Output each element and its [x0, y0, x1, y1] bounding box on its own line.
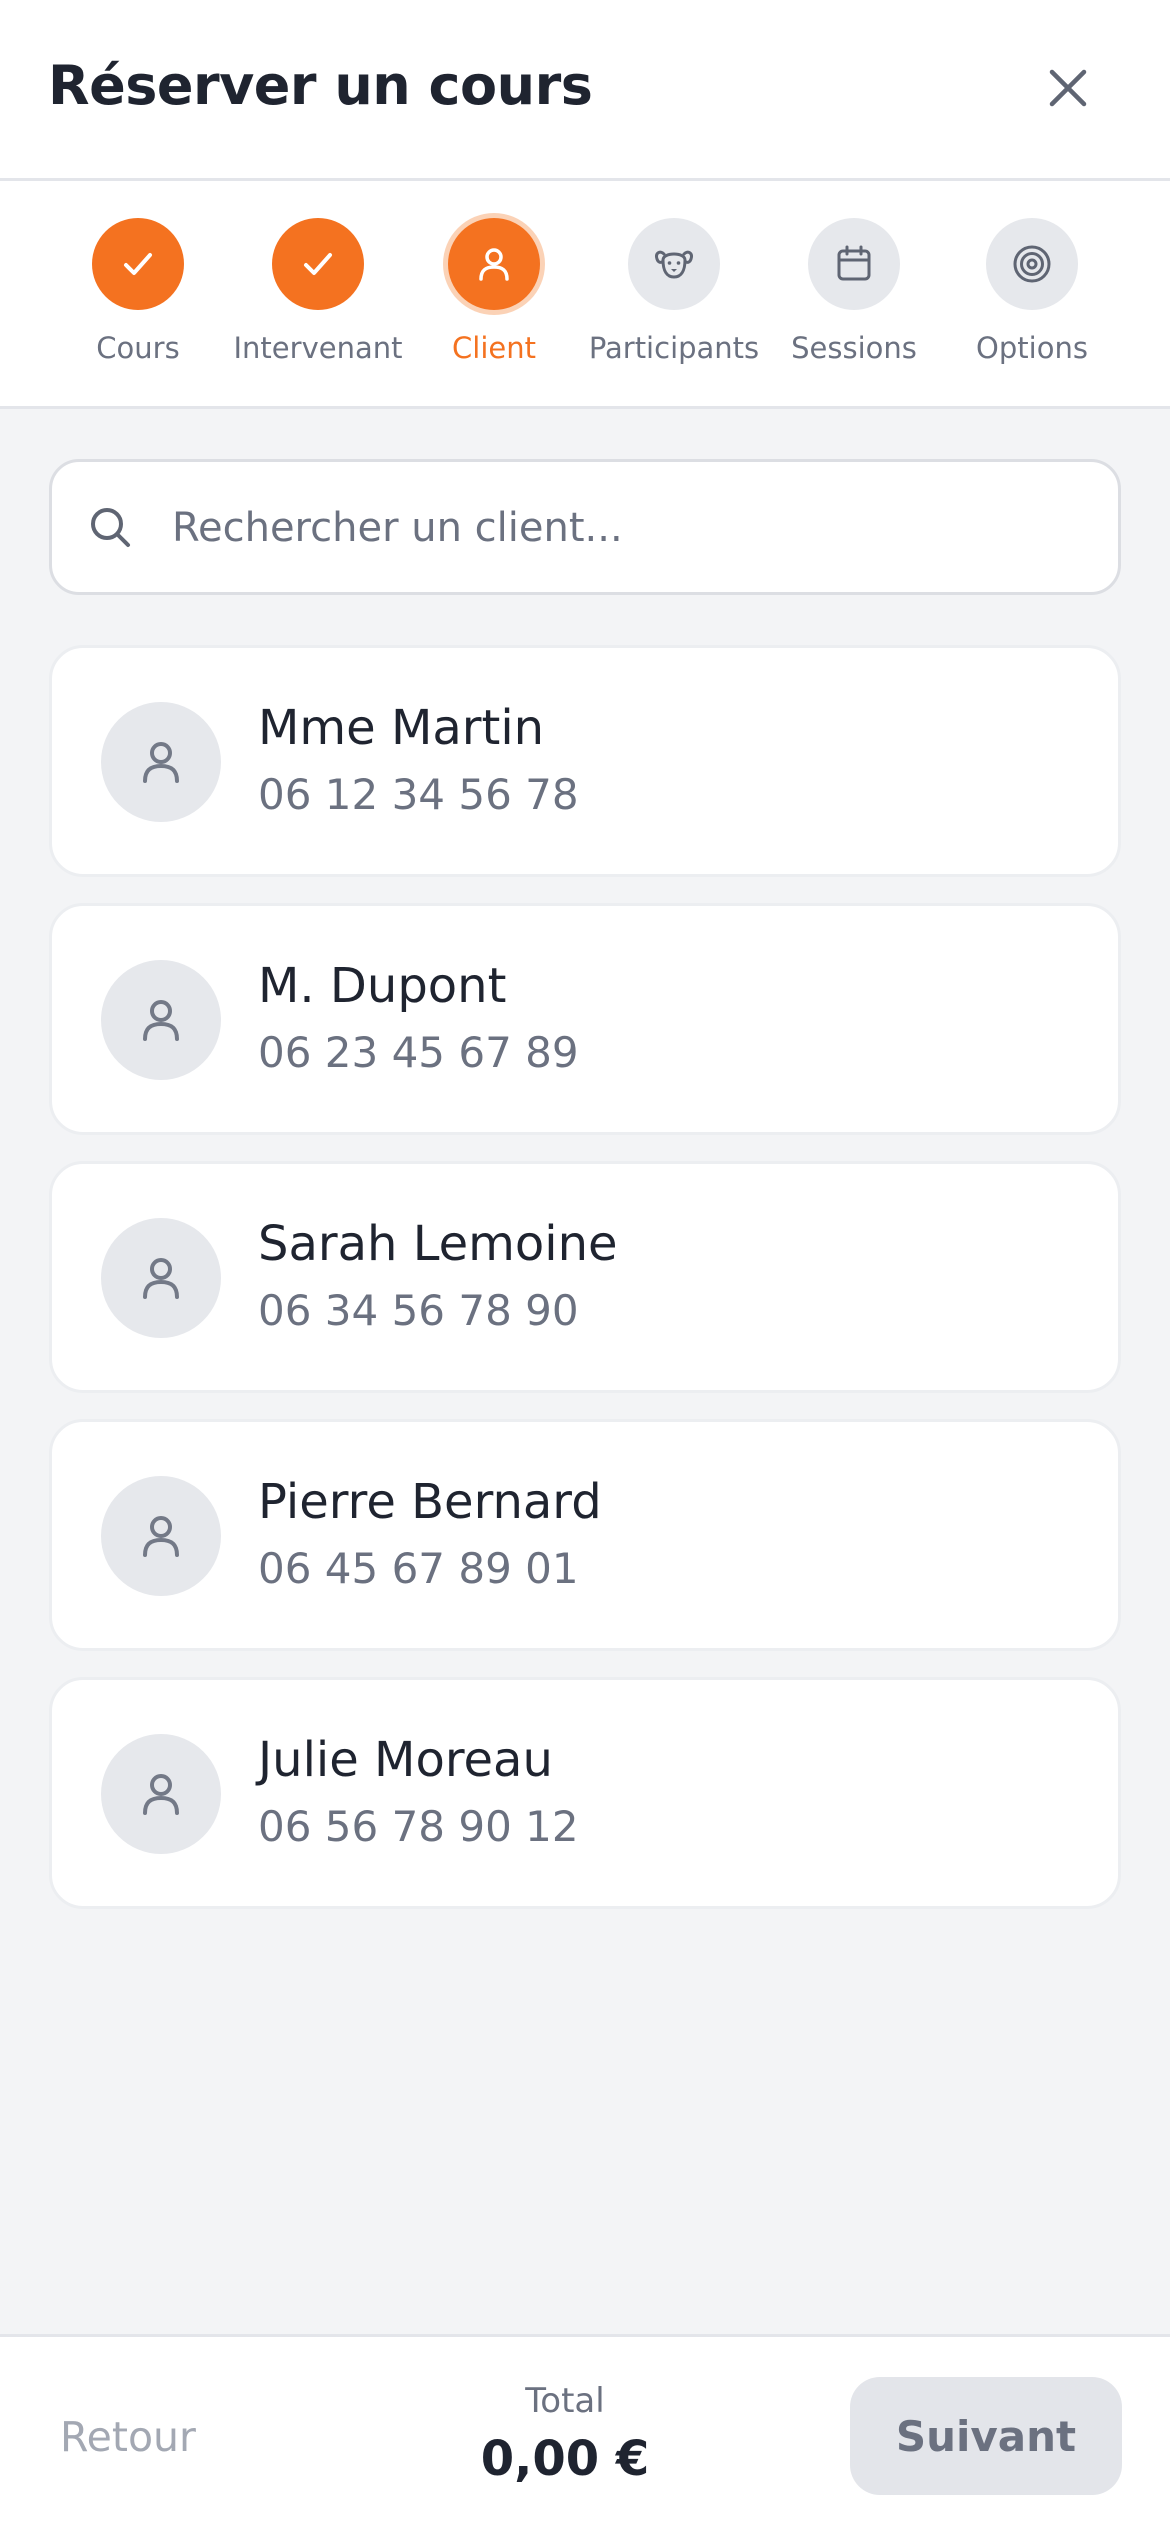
client-name: M. Dupont	[258, 958, 507, 1014]
step-circle	[448, 218, 540, 310]
step-label: Sessions	[791, 331, 917, 365]
avatar	[101, 1734, 221, 1854]
avatar	[101, 960, 221, 1080]
step-label: Options	[976, 331, 1088, 365]
booking-stepper: Cours Intervenant Client Participants Se…	[0, 181, 1170, 409]
client-phone: 06 23 45 67 89	[258, 1028, 579, 1077]
user-icon	[143, 742, 179, 783]
step-circle	[808, 218, 900, 310]
client-phone: 06 45 67 89 01	[258, 1544, 579, 1593]
modal-header: Réserver un cours	[0, 0, 1170, 181]
search-input[interactable]	[172, 482, 1092, 574]
check-icon	[124, 253, 152, 275]
close-icon[interactable]	[1040, 60, 1096, 116]
client-name: Pierre Bernard	[258, 1474, 602, 1530]
client-card[interactable]: Sarah Lemoine 06 34 56 78 90	[49, 1161, 1121, 1393]
step-options[interactable]: Options	[932, 181, 1132, 409]
user-icon	[479, 248, 509, 281]
avatar	[101, 1218, 221, 1338]
avatar	[101, 1476, 221, 1596]
client-card[interactable]: Pierre Bernard 06 45 67 89 01	[49, 1419, 1121, 1651]
target-icon	[1013, 245, 1051, 283]
page-title: Réserver un cours	[48, 54, 593, 117]
step-cours[interactable]: Cours	[38, 181, 238, 409]
search-icon	[91, 508, 130, 547]
step-intervenant[interactable]: Intervenant	[218, 181, 418, 409]
step-circle	[628, 218, 720, 310]
check-icon	[304, 253, 332, 275]
total-value: 0,00 €	[480, 2431, 650, 2487]
footer-bar: Retour Total 0,00 € Suivant	[0, 2334, 1170, 2532]
step-circle	[92, 218, 184, 310]
step-circle	[272, 218, 364, 310]
client-phone: 06 34 56 78 90	[258, 1286, 579, 1335]
pet-icon	[655, 250, 693, 279]
user-icon	[143, 1258, 179, 1299]
client-phone: 06 12 34 56 78	[258, 770, 579, 819]
client-card[interactable]: M. Dupont 06 23 45 67 89	[49, 903, 1121, 1135]
calendar-icon	[837, 245, 871, 281]
user-icon	[143, 1774, 179, 1815]
step-circle	[986, 218, 1078, 310]
step-sessions[interactable]: Sessions	[754, 181, 954, 409]
total-label: Total	[525, 2381, 605, 2421]
client-card[interactable]: Julie Moreau 06 56 78 90 12	[49, 1677, 1121, 1909]
back-button[interactable]: Retour	[60, 2407, 280, 2467]
client-search[interactable]	[49, 459, 1121, 595]
step-client[interactable]: Client	[394, 181, 594, 409]
client-phone: 06 56 78 90 12	[258, 1802, 579, 1851]
avatar	[101, 702, 221, 822]
step-label: Intervenant	[233, 331, 403, 365]
user-icon	[143, 1516, 179, 1557]
close-button[interactable]	[1040, 60, 1096, 116]
next-button[interactable]: Suivant	[850, 2377, 1122, 2495]
step-participants[interactable]: Participants	[574, 181, 774, 409]
step-label: Cours	[96, 331, 180, 365]
client-name: Sarah Lemoine	[258, 1216, 618, 1272]
step-label: Client	[452, 331, 536, 365]
user-icon	[143, 1000, 179, 1041]
client-name: Mme Martin	[258, 700, 545, 756]
step-label: Participants	[588, 331, 760, 365]
client-card[interactable]: Mme Martin 06 12 34 56 78	[49, 645, 1121, 877]
client-name: Julie Moreau	[258, 1732, 553, 1788]
